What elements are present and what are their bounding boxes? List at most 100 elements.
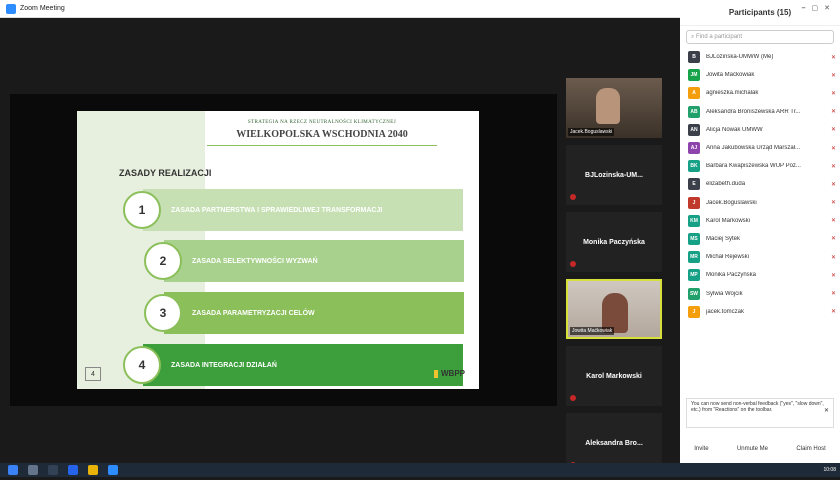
muted-mic-icon[interactable]: ✕: [820, 181, 840, 188]
muted-mic-icon[interactable]: ✕: [820, 199, 840, 206]
participant-row[interactable]: MP Monika Paczyńska ✕: [680, 266, 840, 284]
muted-mic-icon[interactable]: ✕: [820, 308, 840, 315]
participant-row[interactable]: B BJLozinska-UMWW (Me) ✕: [680, 48, 840, 66]
muted-mic-icon[interactable]: ✕: [820, 54, 840, 61]
principle-item-4: 4 ZASADA INTEGRACJI DZIAŁAŃ: [123, 344, 463, 386]
muted-mic-icon[interactable]: ✕: [820, 72, 840, 79]
muted-mic-icon: [570, 194, 576, 200]
avatar: MS: [688, 232, 700, 245]
presentation-slide: STRATEGIA NA RZECZ NEUTRALNOŚCI KLIMATYC…: [77, 111, 479, 389]
video-tile[interactable]: Karol Markowski: [566, 346, 662, 406]
clock: 10:08: [823, 467, 836, 473]
principle-number: 3: [144, 294, 182, 332]
principle-label: ZASADA SELEKTYWNOŚCI WYZWAŃ: [192, 257, 318, 265]
avatar: KM: [688, 214, 700, 227]
claim-host-button[interactable]: Claim Host: [792, 444, 829, 454]
participant-name: BJLozinska-UMWW (Me): [706, 54, 774, 61]
participant-row[interactable]: AN Alicja Nowak UMWW ✕: [680, 121, 840, 139]
task-view-icon[interactable]: [48, 465, 58, 475]
title-divider: [207, 145, 437, 146]
tile-name: Karol Markowski: [586, 372, 642, 380]
participant-name: jacek.tomczak: [706, 308, 745, 315]
muted-mic-icon[interactable]: ✕: [820, 290, 840, 297]
participant-name: Barbara Kwapiszewska WUP Poz...: [706, 163, 801, 170]
slide-title: WIELKOPOLSKA WSCHODNIA 2040: [236, 129, 408, 140]
participant-video-strip: Jacek.Boguslawski BJLozinska-UM... Monik…: [566, 78, 662, 480]
muted-mic-icon[interactable]: ✕: [820, 272, 840, 279]
participant-name: Karol Markowski: [706, 217, 751, 224]
principle-label: ZASADA INTEGRACJI DZIAŁAŃ: [171, 361, 277, 369]
zoom-taskbar-icon[interactable]: [108, 465, 118, 475]
video-tile[interactable]: Monika Paczyńska: [566, 212, 662, 272]
muted-mic-icon[interactable]: ✕: [820, 108, 840, 115]
search-placeholder: Find a participant: [696, 34, 743, 40]
outlook-icon[interactable]: [68, 465, 78, 475]
close-icon[interactable]: ✕: [824, 407, 829, 414]
principle-number: 4: [123, 346, 161, 384]
chrome-icon[interactable]: [88, 465, 98, 475]
participants-actions: Invite Unmute Me Claim Host: [680, 444, 840, 454]
shared-screen: STRATEGIA NA RZECZ NEUTRALNOŚCI KLIMATYC…: [10, 94, 557, 406]
participant-row[interactable]: SW Sylwia Wojcik ✕: [680, 284, 840, 302]
avatar: SW: [688, 287, 700, 300]
participant-name: Monika Paczyńska: [706, 272, 757, 279]
muted-mic-icon[interactable]: ✕: [820, 235, 840, 242]
participants-title: Participants (15): [728, 8, 792, 17]
video-tile[interactable]: BJLozinska-UM...: [566, 145, 662, 205]
unmute-button[interactable]: Unmute Me: [733, 444, 772, 454]
tile-name: BJLozinska-UM...: [585, 171, 643, 179]
windows-start-icon[interactable]: [8, 465, 18, 475]
avatar: MR: [688, 251, 700, 264]
participant-row[interactable]: Aagnieszka.michalak ✕: [680, 84, 840, 102]
participant-name: Aleksandra Broniszewska ARR Tr...: [706, 108, 801, 115]
avatar: B: [688, 51, 700, 64]
participant-row[interactable]: AB Aleksandra Broniszewska ARR Tr... ✕: [680, 103, 840, 121]
muted-mic-icon[interactable]: ✕: [820, 145, 840, 152]
participant-row[interactable]: Eelizabeth.duda ✕: [680, 175, 840, 193]
muted-mic-icon[interactable]: ✕: [820, 163, 840, 170]
avatar: AJ: [688, 142, 700, 155]
wbpp-logo: WBPP: [430, 369, 465, 378]
tile-name: Monika Paczyńska: [583, 238, 645, 246]
participant-name: Jacek.Boguslawski: [706, 199, 757, 206]
video-tile-active-speaker[interactable]: Jowita Maćkowiak: [566, 279, 662, 339]
participant-row[interactable]: BK Barbara Kwapiszewska WUP Poz... ✕: [680, 157, 840, 175]
window-controls[interactable]: –▢✕: [802, 4, 836, 12]
participant-row[interactable]: MS Maciej Sytek ✕: [680, 230, 840, 248]
window-title: Zoom Meeting: [20, 5, 65, 12]
participant-name: Sylwia Wojcik: [706, 290, 743, 297]
muted-mic-icon[interactable]: ✕: [820, 90, 840, 97]
avatar: JM: [688, 69, 700, 82]
notice-text: You can now send non-verbal feedback ("y…: [691, 401, 824, 413]
invite-button[interactable]: Invite: [690, 444, 712, 454]
participants-panel: Participants (15) –▢✕ ⌕ Find a participa…: [680, 0, 840, 463]
principle-label: ZASADA PARTNERSTWA I SPRAWIEDLIWEJ TRANS…: [171, 206, 383, 214]
muted-mic-icon[interactable]: ✕: [820, 254, 840, 261]
principle-item-1: 1 ZASADA PARTNERSTWA I SPRAWIEDLIWEJ TRA…: [123, 189, 463, 231]
participant-row[interactable]: Jjacek.tomczak ✕: [680, 303, 840, 321]
participant-row[interactable]: JM Jowita Maćkowiak ✕: [680, 66, 840, 84]
participant-name: elizabeth.duda: [706, 181, 746, 188]
slide-section-title: ZASADY REALIZACJI: [119, 168, 212, 178]
principle-item-2: 2 ZASADA SELEKTYWNOŚCI WYZWAŃ: [144, 240, 464, 282]
video-tile[interactable]: Jacek.Boguslawski: [566, 78, 662, 138]
participant-row[interactable]: MR Michał Rejewski ✕: [680, 248, 840, 266]
logo-text: WBPP: [441, 369, 465, 378]
participant-name: agnieszka.michalak: [706, 90, 759, 97]
slide-page-number: 4: [85, 367, 101, 381]
participant-search-input[interactable]: ⌕ Find a participant: [686, 30, 834, 44]
participant-list: B BJLozinska-UMWW (Me) ✕ JM Jowita Maćkowiak…: [680, 48, 840, 321]
search-icon[interactable]: [28, 465, 38, 475]
logo-mark-icon: [430, 369, 438, 378]
meeting-area: STRATEGIA NA RZECZ NEUTRALNOŚCI KLIMATYC…: [0, 18, 680, 473]
participant-row[interactable]: KM Karol Markowski ✕: [680, 212, 840, 230]
participant-row[interactable]: AJ Anna Jakubowska Urząd Marszał... ✕: [680, 139, 840, 157]
muted-mic-icon[interactable]: ✕: [820, 217, 840, 224]
participant-name: Alicja Nowak UMWW: [706, 126, 763, 133]
slide-subtitle: STRATEGIA NA RZECZ NEUTRALNOŚCI KLIMATYC…: [247, 120, 397, 125]
principle-item-3: 3 ZASADA PARAMETRYZACJI CELÓW: [144, 292, 464, 334]
participant-row[interactable]: J Jacek.Boguslawski ✕: [680, 194, 840, 212]
avatar: AN: [688, 123, 700, 136]
participants-header: Participants (15) –▢✕: [680, 0, 840, 26]
muted-mic-icon[interactable]: ✕: [820, 126, 840, 133]
